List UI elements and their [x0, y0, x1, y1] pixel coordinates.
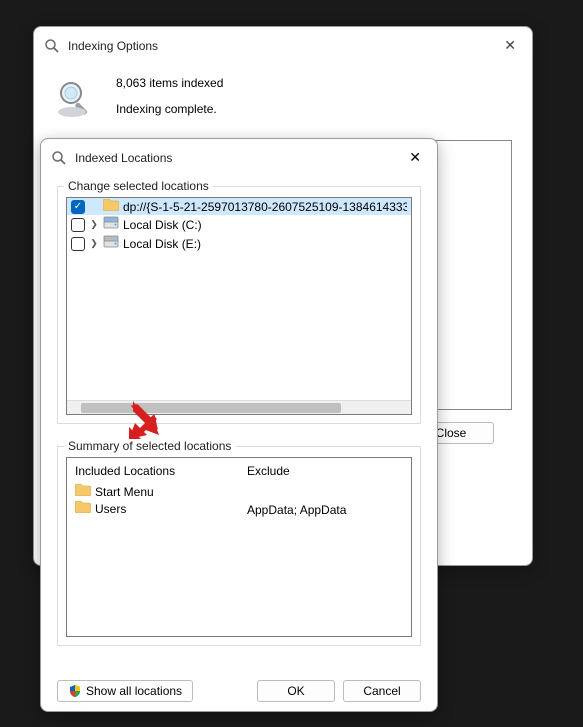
scrollbar-thumb[interactable]: [81, 403, 341, 413]
drive-icon: [103, 235, 119, 252]
ok-button[interactable]: OK: [257, 680, 335, 702]
change-locations-group: Change selected locations ✓dp://{S-1-5-2…: [57, 186, 421, 424]
exclude-row: [247, 484, 403, 500]
included-location-row[interactable]: Start Menu: [75, 484, 231, 499]
chevron-right-icon[interactable]: ❯: [89, 238, 99, 249]
search-icon: [51, 150, 67, 166]
group-label: Change selected locations: [64, 179, 213, 193]
dialog-title: Indexed Locations: [75, 151, 172, 165]
tree-item[interactable]: ❯ Local Disk (C:): [67, 215, 411, 234]
indexed-locations-dialog: Indexed Locations ✕ Change selected loca…: [40, 138, 438, 712]
summary-table: Included Locations Start Menu Users Exclu…: [66, 457, 412, 637]
chevron-right-icon[interactable]: ❯: [89, 219, 99, 230]
titlebar: Indexing Options ✕: [34, 27, 532, 62]
shield-icon: [68, 684, 82, 698]
dialog-title: Indexing Options: [68, 39, 158, 53]
included-label: Users: [95, 502, 126, 516]
exclude-header: Exclude: [247, 464, 403, 478]
summary-group: Summary of selected locations Included L…: [57, 446, 421, 646]
tree-item-label: Local Disk (E:): [123, 237, 201, 251]
tree-item-label: dp://{S-1-5-21-2597013780-2607525109-138…: [123, 200, 407, 214]
included-label: Start Menu: [95, 485, 154, 499]
folder-icon: [103, 199, 119, 214]
button-row: Show all locations OK Cancel: [57, 670, 421, 702]
indexing-status-text: Indexing complete.: [116, 102, 223, 116]
close-icon[interactable]: ✕: [403, 147, 427, 168]
show-all-label: Show all locations: [86, 684, 182, 698]
show-all-locations-button[interactable]: Show all locations: [57, 680, 193, 702]
items-indexed-text: 8,063 items indexed: [116, 76, 223, 90]
tree-item-label: Local Disk (C:): [123, 218, 202, 232]
close-icon[interactable]: ✕: [498, 35, 522, 56]
tree-checkbox[interactable]: [71, 237, 85, 251]
folder-icon: [75, 501, 91, 516]
tree-checkbox[interactable]: ✓: [71, 200, 85, 214]
drive-icon: [103, 216, 119, 233]
cancel-button[interactable]: Cancel: [343, 680, 421, 702]
tree-item[interactable]: ❯ Local Disk (E:): [67, 234, 411, 253]
titlebar: Indexed Locations ✕: [41, 139, 437, 174]
search-icon: [44, 38, 60, 54]
tree-checkbox[interactable]: [71, 218, 85, 232]
horizontal-scrollbar[interactable]: [67, 400, 411, 414]
indexing-icon: [54, 78, 96, 120]
included-header: Included Locations: [75, 464, 231, 478]
included-location-row[interactable]: Users: [75, 501, 231, 516]
folder-icon: [75, 484, 91, 499]
group-label: Summary of selected locations: [64, 439, 235, 453]
tree-item[interactable]: ✓ dp://{S-1-5-21-2597013780-2607525109-13…: [67, 198, 411, 215]
locations-tree[interactable]: ✓ dp://{S-1-5-21-2597013780-2607525109-13…: [66, 197, 412, 415]
exclude-row: AppData; AppData: [247, 502, 403, 518]
